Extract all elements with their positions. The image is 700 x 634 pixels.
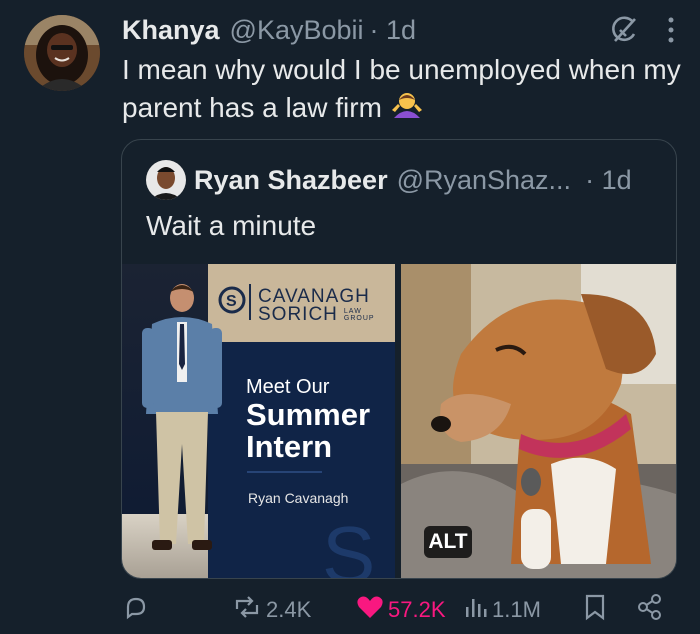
like-count: 57.2K	[388, 597, 446, 622]
action-bar: 2.4K 57.2K 1.1M	[0, 590, 700, 630]
bookmark-button[interactable]	[584, 590, 606, 630]
share-icon	[636, 593, 664, 627]
views-count: 1.1M	[492, 597, 541, 622]
firm-logo-letter: S	[226, 293, 237, 310]
headline-big-2: Intern	[246, 429, 333, 464]
alt-text-badge[interactable]: ALT	[424, 526, 472, 558]
intern-name: Ryan Cavanagh	[248, 490, 349, 506]
firm-small-label: LAW GROUP	[344, 308, 375, 322]
header-actions	[608, 14, 676, 51]
author-name[interactable]: Khanya	[122, 15, 220, 46]
views-button[interactable]: 1.1M	[464, 590, 541, 630]
grok-icon[interactable]	[608, 14, 640, 51]
bookmark-icon	[584, 593, 606, 627]
retweet-icon	[232, 593, 262, 627]
firm-small-law: LAW	[343, 308, 362, 315]
firm-line2: SORICH	[258, 304, 338, 325]
author-handle[interactable]: @KayBobii	[230, 15, 364, 46]
like-button[interactable]: 57.2K	[356, 590, 446, 630]
quoted-author-handle[interactable]: @RyanShaz...	[397, 165, 572, 196]
reply-button[interactable]	[122, 590, 150, 630]
tweet-time[interactable]: · 1d	[370, 15, 417, 46]
more-icon[interactable]	[666, 15, 676, 50]
firm-small-group: GROUP	[343, 315, 375, 322]
reply-icon	[122, 593, 150, 627]
quoted-author-name[interactable]: Ryan Shazbeer	[194, 165, 388, 196]
faint-s-watermark: S	[322, 510, 375, 579]
retweet-button[interactable]: 2.4K	[232, 590, 311, 630]
person-shrugging-emoji	[390, 88, 424, 131]
quoted-tweet[interactable]: Ryan Shazbeer @RyanShaz... · 1d Wait a m…	[121, 139, 677, 579]
tweet-header: Khanya @KayBobii · 1d	[122, 12, 680, 48]
quoted-media: S S CAVANAGH SORICH LAW GROUP Meet Our S…	[122, 264, 676, 579]
quoted-time[interactable]: · 1d	[585, 165, 632, 196]
quoted-author-avatar[interactable]	[146, 160, 186, 200]
tweet-text: I mean why would I be unemployed when my…	[122, 52, 682, 131]
quoted-header: Ryan Shazbeer @RyanShaz... · 1d	[146, 160, 666, 200]
intern-announcement-image[interactable]: S S CAVANAGH SORICH LAW GROUP Meet Our S…	[122, 264, 395, 579]
share-button[interactable]	[636, 590, 664, 630]
intern-headline: Meet Our Summer Intern	[246, 376, 370, 463]
retweet-count: 2.4K	[266, 597, 312, 622]
quoted-text: Wait a minute	[146, 210, 317, 241]
headline-big-1: Summer	[246, 397, 371, 432]
author-avatar[interactable]	[24, 15, 100, 91]
views-icon	[464, 595, 488, 625]
heart-icon	[356, 594, 384, 626]
headline-small: Meet Our	[246, 376, 330, 398]
